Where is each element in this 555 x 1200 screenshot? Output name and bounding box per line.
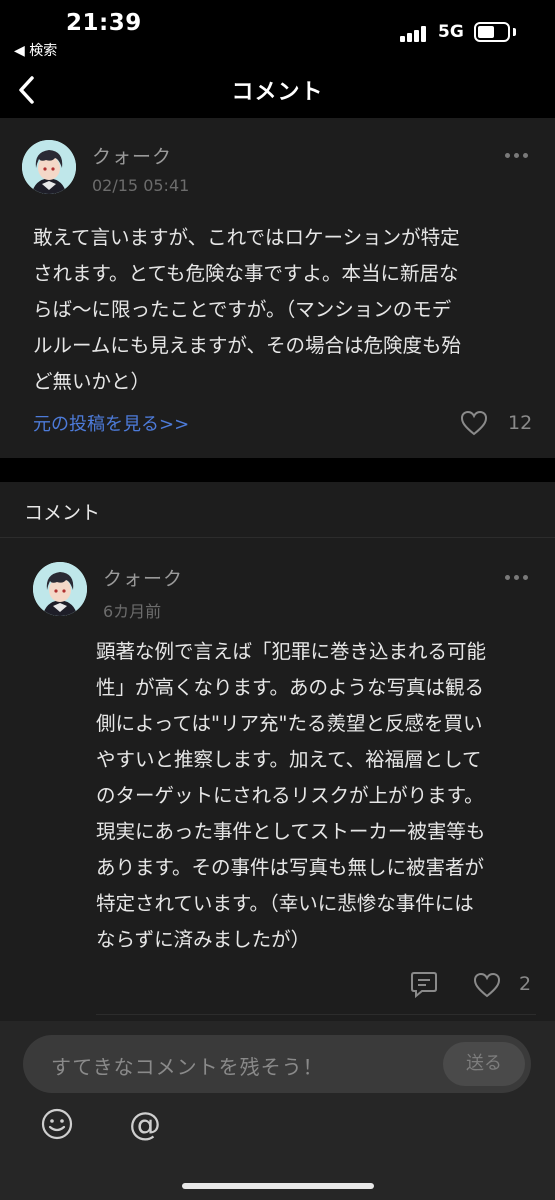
comment-input-placeholder: すてきなコメントを残そう！ — [51, 1055, 324, 1079]
comments-header: コメント — [0, 482, 555, 538]
more-options-icon[interactable] — [505, 153, 531, 161]
divider — [96, 1014, 536, 1015]
comment-line: のターゲットにされるリスクが上がります。 — [96, 784, 484, 807]
home-indicator — [182, 1183, 374, 1189]
comment-like-count: 2 — [519, 973, 532, 995]
comment-input-area: すてきなコメントを残そう！ 送る @ — [0, 1021, 555, 1200]
mention-icon[interactable]: @ — [127, 1105, 163, 1143]
back-to-search-link[interactable]: ◀ 検索 — [14, 40, 57, 60]
post-username[interactable]: クォーク — [92, 142, 172, 169]
comment-input[interactable]: すてきなコメントを残そう！ 送る — [23, 1035, 531, 1093]
status-time: 21:39 — [66, 10, 142, 36]
more-options-icon[interactable] — [505, 575, 531, 583]
comment-line: 側によっては"リア充"たる羨望と反感を買い — [96, 712, 483, 735]
post-line: 敢えて言いますが、これではロケーションが特定 — [33, 226, 460, 249]
post-body: 敢えて言いますが、これではロケーションが特定 されます。とても危険な事ですよ。本… — [33, 220, 533, 400]
view-original-post-link[interactable]: 元の投稿を見る>> — [33, 410, 189, 436]
battery-icon — [474, 22, 510, 42]
post-line: されます。とても危険な事ですよ。本当に新居な — [33, 262, 459, 285]
comment-line: 現実にあった事件としてストーカー被害等も — [96, 820, 486, 843]
send-button[interactable]: 送る — [443, 1042, 525, 1086]
heart-icon[interactable] — [473, 972, 501, 998]
comment-username[interactable]: クォーク — [103, 564, 183, 591]
comment-line: あります。その事件は写真も無しに被害者が — [96, 856, 485, 879]
comment-line: ならずに済みましたが） — [96, 928, 311, 951]
emoji-icon[interactable] — [40, 1107, 74, 1141]
comment-body: 顕著な例で言えば「犯罪に巻き込まれる可能 性」が高くなります。あのような写真は観… — [96, 634, 536, 958]
comment-line: 顕著な例で言えば「犯罪に巻き込まれる可能 — [96, 640, 487, 663]
network-type: 5G — [438, 22, 464, 42]
post-like-count: 12 — [508, 412, 533, 434]
nav-bar: コメント — [0, 62, 555, 118]
page-title: コメント — [231, 80, 324, 105]
status-bar: 21:39 ◀ 検索 5G — [0, 0, 555, 62]
post-line: ルルームにも見えますが、その場合は危険度も殆 — [33, 334, 462, 357]
reply-icon[interactable] — [410, 970, 438, 999]
comment-timestamp: 6カ月前 — [103, 602, 162, 621]
battery-tip — [513, 28, 516, 36]
heart-icon[interactable] — [460, 410, 488, 436]
comment-line: やすいと推察します。加えて、裕福層として — [96, 748, 482, 771]
comments-header-label: コメント — [24, 502, 101, 524]
comment-line: 性」が高くなります。あのような写真は観る — [96, 676, 485, 699]
signal-icon — [400, 26, 430, 42]
avatar[interactable] — [22, 140, 76, 194]
post-timestamp: 02/15 05:41 — [92, 176, 190, 195]
original-comment-card: クォーク 02/15 05:41 敢えて言いますが、これではロケーションが特定 … — [0, 118, 555, 458]
comment-line: 特定されています。（幸いに悲惨な事件には — [96, 892, 474, 915]
avatar[interactable] — [33, 562, 87, 616]
post-line: らば〜に限ったことですが。（マンションのモデ — [33, 298, 452, 321]
section-gap — [0, 458, 555, 482]
post-line: ど無いかと） — [33, 370, 151, 393]
